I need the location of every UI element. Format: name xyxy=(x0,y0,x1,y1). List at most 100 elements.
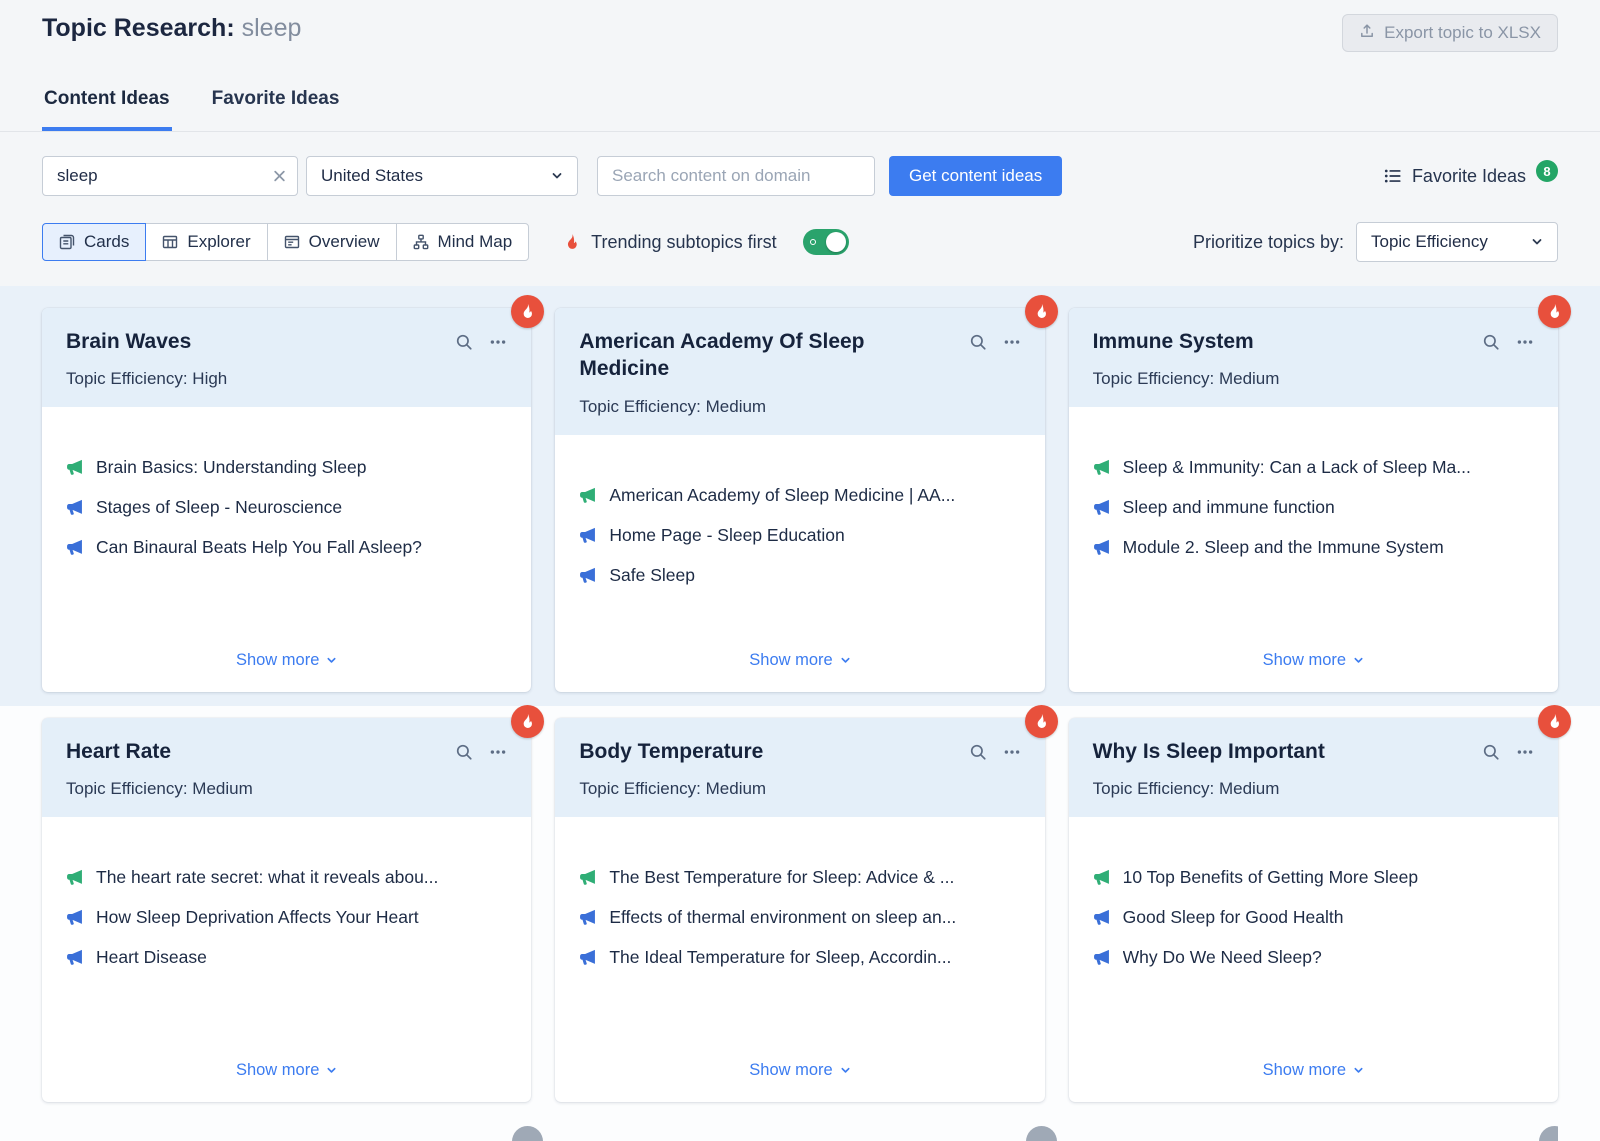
card-title[interactable]: Why Is Sleep Important xyxy=(1093,738,1325,765)
favorite-ideas-link[interactable]: Favorite Ideas 8 xyxy=(1384,165,1558,187)
favorites-count-badge: 8 xyxy=(1536,160,1558,182)
magnifier-icon[interactable] xyxy=(1482,742,1500,762)
headline-item[interactable]: Home Page - Sleep Education xyxy=(579,525,1020,546)
ellipsis-icon[interactable] xyxy=(1003,742,1021,762)
headline-list: American Academy of Sleep Medicine | AA.… xyxy=(579,485,1020,586)
magnifier-icon[interactable] xyxy=(1482,332,1500,352)
headline-item[interactable]: Sleep & Immunity: Can a Lack of Sleep Ma… xyxy=(1093,457,1534,478)
export-xlsx-button[interactable]: Export topic to XLSX xyxy=(1342,14,1558,52)
view-toolbar: Cards Explorer Overview Mind Map Trendin… xyxy=(0,222,1600,262)
fire-icon xyxy=(563,233,581,251)
view-cards-button[interactable]: Cards xyxy=(42,223,146,261)
show-more-button[interactable]: Show more xyxy=(232,1055,341,1086)
topic-search-input[interactable] xyxy=(42,156,298,196)
prioritize-label: Prioritize topics by: xyxy=(1193,232,1344,253)
headline-list: Sleep & Immunity: Can a Lack of Sleep Ma… xyxy=(1093,457,1534,558)
show-more-button[interactable]: Show more xyxy=(1259,645,1368,676)
chevron-down-icon xyxy=(840,655,851,666)
headline-item[interactable]: Effects of thermal environment on sleep … xyxy=(579,907,1020,928)
topic-card-heart-rate: Heart Rate Topic Efficiency: Medium The … xyxy=(42,718,531,1102)
tab-favorite-ideas[interactable]: Favorite Ideas xyxy=(210,88,342,131)
next-row-peek xyxy=(42,1126,1558,1141)
chevron-down-icon xyxy=(326,1065,337,1076)
show-more-button[interactable]: Show more xyxy=(745,645,854,676)
ellipsis-icon[interactable] xyxy=(489,742,507,762)
chevron-down-icon xyxy=(1353,655,1364,666)
prioritize-select[interactable]: Topic Efficiency xyxy=(1356,222,1558,262)
megaphone-icon xyxy=(66,537,83,556)
ellipsis-icon[interactable] xyxy=(1516,332,1534,352)
headline-item[interactable]: The Ideal Temperature for Sleep, Accordi… xyxy=(579,947,1020,968)
topic-efficiency-label: Topic Efficiency: Medium xyxy=(579,397,1020,417)
trending-toggle[interactable] xyxy=(803,229,849,255)
megaphone-icon xyxy=(1093,537,1110,556)
card-title[interactable]: American Academy Of Sleep Medicine xyxy=(579,328,956,383)
trending-fire-badge-peek xyxy=(1026,1126,1057,1141)
clear-search-icon[interactable] xyxy=(271,168,288,185)
megaphone-icon xyxy=(1093,867,1110,886)
view-explorer-button[interactable]: Explorer xyxy=(145,223,267,261)
show-more-button[interactable]: Show more xyxy=(1259,1055,1368,1086)
overview-view-icon xyxy=(284,234,300,250)
view-switcher: Cards Explorer Overview Mind Map xyxy=(42,223,529,261)
megaphone-icon xyxy=(66,907,83,926)
headline-item[interactable]: Sleep and immune function xyxy=(1093,497,1534,518)
filter-bar: United States Get content ideas Favorite… xyxy=(0,156,1600,196)
trending-fire-badge xyxy=(511,705,544,738)
table-view-icon xyxy=(162,234,178,250)
topic-efficiency-label: Topic Efficiency: High xyxy=(66,369,507,389)
topic-search-box xyxy=(42,156,298,196)
card-title[interactable]: Body Temperature xyxy=(579,738,763,765)
card-title[interactable]: Immune System xyxy=(1093,328,1254,355)
search-query-text: sleep xyxy=(242,14,302,42)
megaphone-icon xyxy=(1093,497,1110,516)
headline-list: 10 Top Benefits of Getting More Sleep Go… xyxy=(1093,867,1534,968)
megaphone-icon xyxy=(579,947,596,966)
show-more-button[interactable]: Show more xyxy=(745,1055,854,1086)
megaphone-icon xyxy=(66,947,83,966)
get-content-ideas-button[interactable]: Get content ideas xyxy=(889,156,1062,196)
headline-item[interactable]: Brain Basics: Understanding Sleep xyxy=(66,457,507,478)
headline-item[interactable]: 10 Top Benefits of Getting More Sleep xyxy=(1093,867,1534,888)
cards-grid-row-2: Heart Rate Topic Efficiency: Medium The … xyxy=(42,718,1558,1102)
ellipsis-icon[interactable] xyxy=(1516,742,1534,762)
megaphone-icon xyxy=(66,457,83,476)
headline-item[interactable]: American Academy of Sleep Medicine | AA.… xyxy=(579,485,1020,506)
trending-fire-badge-peek xyxy=(1539,1126,1558,1141)
magnifier-icon[interactable] xyxy=(969,742,987,762)
headline-item[interactable]: The Best Temperature for Sleep: Advice &… xyxy=(579,867,1020,888)
megaphone-icon xyxy=(66,867,83,886)
megaphone-icon xyxy=(579,485,596,504)
country-select[interactable]: United States xyxy=(306,156,578,196)
headline-item[interactable]: How Sleep Deprivation Affects Your Heart xyxy=(66,907,507,928)
headline-item[interactable]: Module 2. Sleep and the Immune System xyxy=(1093,537,1534,558)
cards-grid-row-1: Brain Waves Topic Efficiency: High Brain… xyxy=(42,308,1558,692)
headline-item[interactable]: Heart Disease xyxy=(66,947,507,968)
megaphone-icon xyxy=(579,565,596,584)
trending-fire-badge xyxy=(1538,295,1571,328)
card-title[interactable]: Brain Waves xyxy=(66,328,191,355)
headline-item[interactable]: Why Do We Need Sleep? xyxy=(1093,947,1534,968)
ellipsis-icon[interactable] xyxy=(1003,332,1021,352)
magnifier-icon[interactable] xyxy=(969,332,987,352)
topic-card-american-academy: American Academy Of Sleep Medicine Topic… xyxy=(555,308,1044,692)
view-mindmap-button[interactable]: Mind Map xyxy=(396,223,530,261)
headline-item[interactable]: Can Binaural Beats Help You Fall Asleep? xyxy=(66,537,507,558)
domain-search-input[interactable] xyxy=(597,156,875,196)
tab-content-ideas[interactable]: Content Ideas xyxy=(42,88,172,131)
chevron-down-icon xyxy=(551,170,563,182)
topic-efficiency-label: Topic Efficiency: Medium xyxy=(1093,779,1534,799)
show-more-button[interactable]: Show more xyxy=(232,645,341,676)
magnifier-icon[interactable] xyxy=(455,742,473,762)
magnifier-icon[interactable] xyxy=(455,332,473,352)
headline-item[interactable]: Stages of Sleep - Neuroscience xyxy=(66,497,507,518)
trending-subtopics-control: Trending subtopics first xyxy=(563,229,848,255)
headline-item[interactable]: Good Sleep for Good Health xyxy=(1093,907,1534,928)
chevron-down-icon xyxy=(840,1065,851,1076)
ellipsis-icon[interactable] xyxy=(489,332,507,352)
view-overview-button[interactable]: Overview xyxy=(267,223,397,261)
list-icon xyxy=(1384,167,1402,185)
headline-item[interactable]: Safe Sleep xyxy=(579,565,1020,586)
headline-item[interactable]: The heart rate secret: what it reveals a… xyxy=(66,867,507,888)
card-title[interactable]: Heart Rate xyxy=(66,738,171,765)
